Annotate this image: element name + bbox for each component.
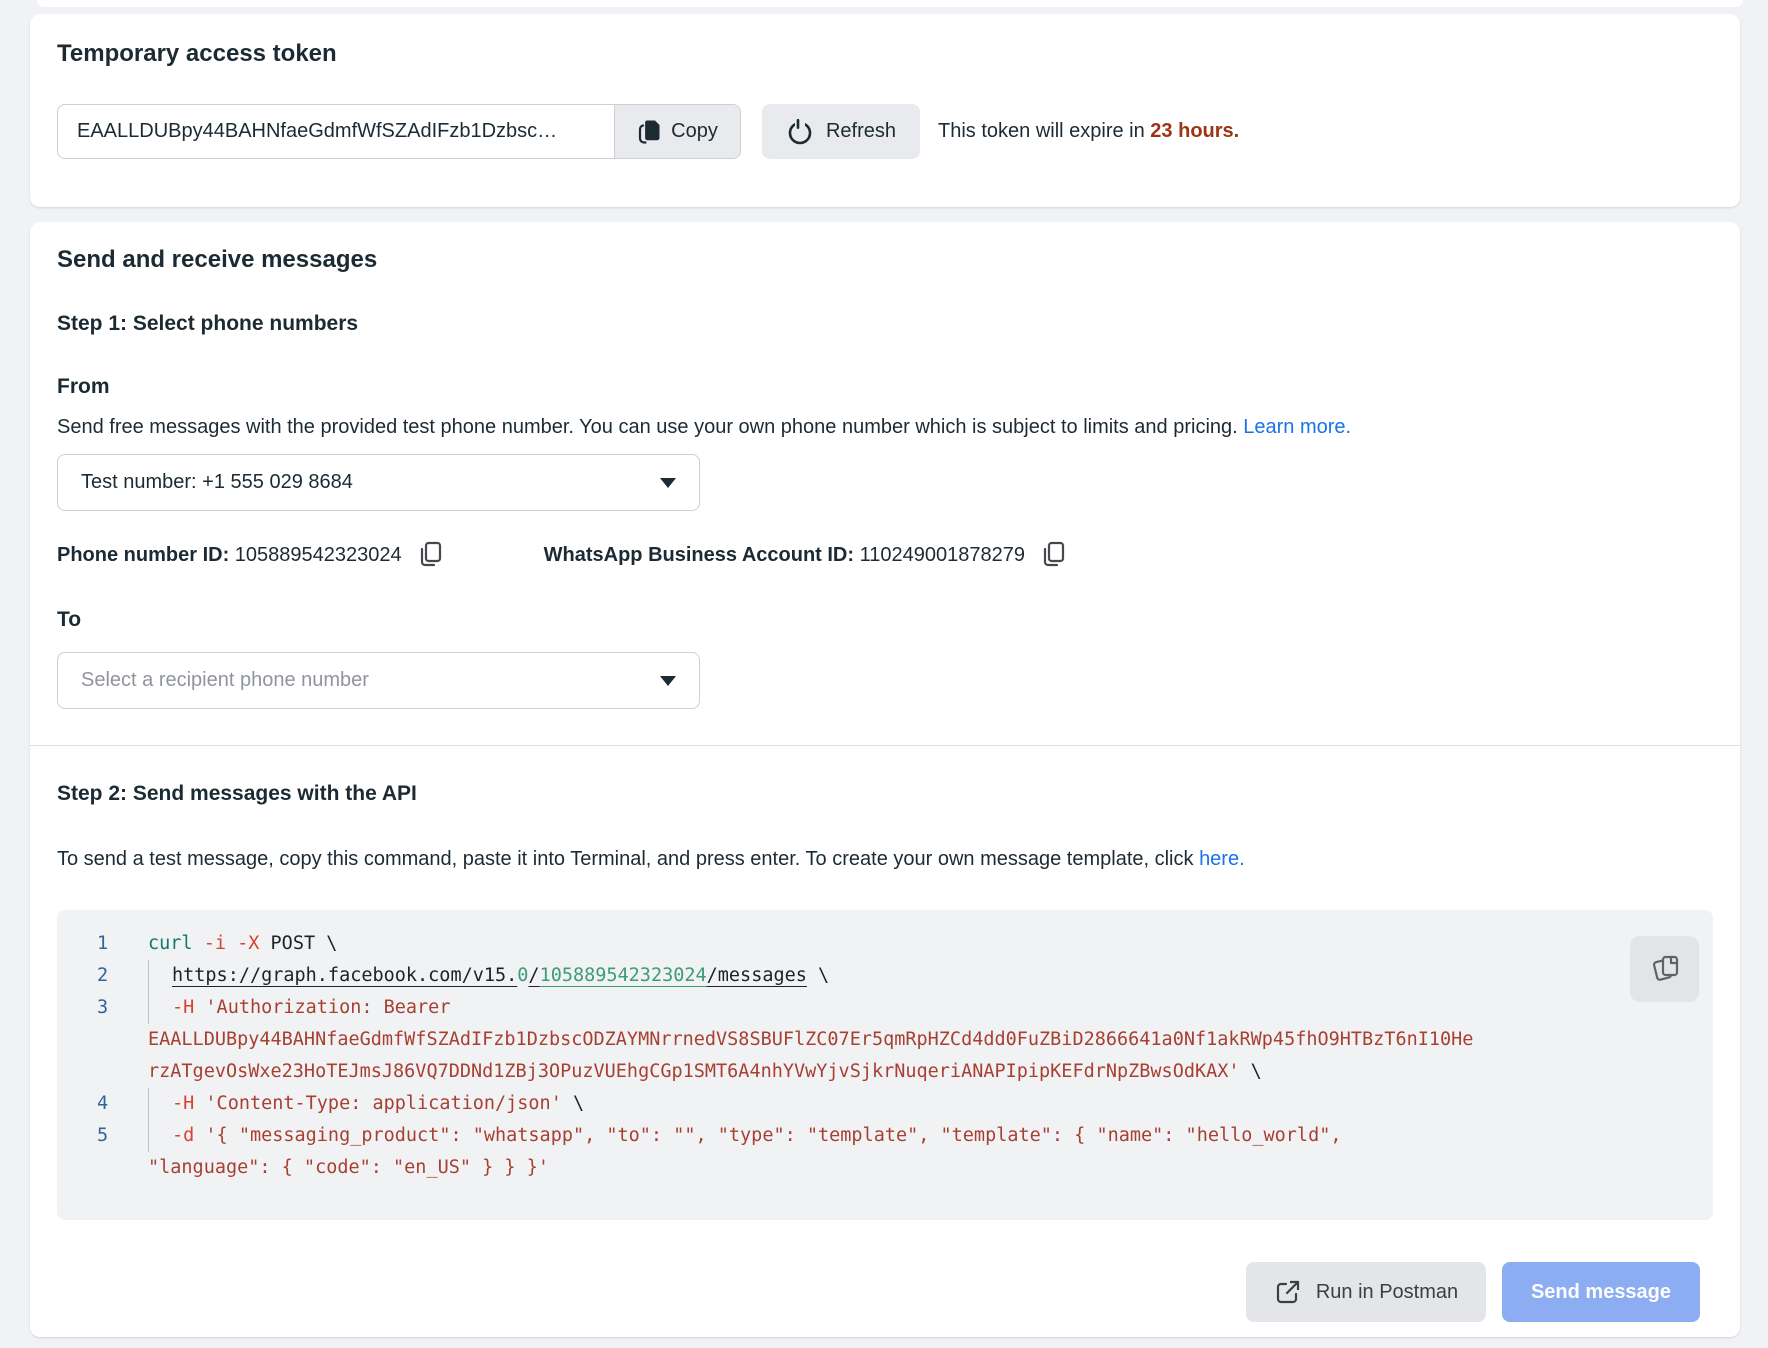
line-number (97, 1024, 148, 1056)
to-phone-select[interactable]: Select a recipient phone number (57, 652, 700, 709)
code-line-content: -d '{ "messaging_product": "whatsapp", "… (148, 1120, 1342, 1152)
expiry-prefix: This token will expire in (938, 120, 1145, 143)
code-line-content: -H 'Content-Type: application/json' \ (148, 1088, 584, 1120)
chevron-down-icon (660, 478, 676, 488)
line-number (97, 1152, 148, 1184)
code-segment: -H (172, 997, 194, 1018)
code-segment: "language": { "code": "en_US" } } }' (148, 1157, 549, 1178)
code-line-content: rzATgevOsWxe23HoTEJmsJ86VQ7DDNd1ZBj3OPuz… (148, 1056, 1262, 1088)
to-placeholder: Select a recipient phone number (81, 669, 369, 692)
code-segment: POST \ (259, 933, 337, 954)
line-number: 3 (97, 992, 148, 1024)
token-expiry-text: This token will expire in 23 hours. (938, 104, 1239, 159)
line-number: 5 (97, 1120, 148, 1152)
code-segment: -X (237, 933, 259, 954)
from-description-text: Send free messages with the provided tes… (57, 416, 1243, 438)
code-line-content: -H 'Authorization: Bearer (148, 992, 450, 1024)
code-segment (226, 933, 237, 954)
learn-more-link[interactable]: Learn more. (1243, 416, 1351, 438)
whatsapp-api-setup-page: Temporary access token EAALLDUBpy44BAHNf… (0, 0, 1768, 1348)
code-segment: /messages (707, 965, 807, 986)
code-segment: EAALLDUBpy44BAHNfaeGdmfWfSZAdIFzb1DzbscO… (148, 1029, 1473, 1050)
step2-description: To send a test message, copy this comman… (57, 844, 1245, 874)
send-receive-messages-card: Send and receive messages Step 1: Select… (30, 222, 1740, 1337)
copy-code-button[interactable] (1630, 936, 1699, 1002)
curl-command-code-block: 1curl -i -X POST \2https://graph.faceboo… (57, 910, 1713, 1220)
refresh-icon (786, 118, 814, 146)
code-segment: 'Content-Type: application/json' (194, 1093, 562, 1114)
code-line-content: https://graph.facebook.com/v15.0/1058895… (148, 960, 829, 992)
code-line: rzATgevOsWxe23HoTEJmsJ86VQ7DDNd1ZBj3OPuz… (57, 1056, 1713, 1088)
chevron-down-icon (660, 676, 676, 686)
code-line: 5-d '{ "messaging_product": "whatsapp", … (57, 1120, 1713, 1152)
code-segment: '{ "messaging_product": "whatsapp", "to"… (194, 1125, 1341, 1146)
copy-icon (1039, 540, 1067, 570)
step2-description-text: To send a test message, copy this comman… (57, 848, 1199, 870)
code-line: 1curl -i -X POST \ (57, 928, 1713, 960)
previous-card-bottom-edge (37, 0, 1743, 7)
code-segment: rzATgevOsWxe23HoTEJmsJ86VQ7DDNd1ZBj3OPuz… (148, 1061, 1240, 1082)
copy-button-label: Copy (671, 120, 718, 143)
code-segment: 0 (517, 965, 528, 986)
step1-heading: Step 1: Select phone numbers (57, 312, 358, 336)
code-segment: \ (1240, 1061, 1262, 1082)
expiry-highlight: 23 hours. (1145, 120, 1239, 143)
send-message-label: Send message (1531, 1281, 1671, 1304)
code-segment: -H (172, 1093, 194, 1114)
code-segment: \ (807, 965, 829, 986)
ids-row: Phone number ID: 105889542323024 WhatsAp… (57, 540, 1067, 570)
code-line-content: curl -i -X POST \ (148, 928, 337, 960)
to-label: To (57, 608, 81, 632)
phone-number-id-value: 105889542323024 (229, 544, 401, 567)
action-buttons-row: Run in Postman Send message (1246, 1262, 1700, 1322)
copy-icon (1648, 952, 1682, 986)
code-line: 3-H 'Authorization: Bearer (57, 992, 1713, 1024)
code-line-content: EAALLDUBpy44BAHNfaeGdmfWfSZAdIFzb1DzbscO… (148, 1024, 1473, 1056)
section-divider (30, 745, 1740, 746)
code-line: 2https://graph.facebook.com/v15.0/105889… (57, 960, 1713, 992)
code-segment: https://graph.facebook.com/v15. (172, 965, 517, 986)
token-field-group: EAALLDUBpy44BAHNfaeGdmfWfSZAdIFzb1Dzbsc…… (57, 104, 741, 159)
code-segment: / (528, 965, 539, 986)
token-card-title: Temporary access token (57, 40, 337, 68)
access-token-field[interactable]: EAALLDUBpy44BAHNfaeGdmfWfSZAdIFzb1Dzbsc… (58, 105, 614, 158)
from-selected-value: Test number: +1 555 029 8684 (81, 471, 353, 494)
code-line: 4-H 'Content-Type: application/json' \ (57, 1088, 1713, 1120)
run-in-postman-label: Run in Postman (1316, 1281, 1458, 1304)
run-in-postman-button[interactable]: Run in Postman (1246, 1262, 1486, 1322)
temporary-access-token-card: Temporary access token EAALLDUBpy44BAHNf… (30, 14, 1740, 207)
from-label: From (57, 375, 110, 399)
here-link[interactable]: here. (1199, 848, 1245, 870)
copy-phone-number-id-button[interactable] (416, 540, 444, 570)
phone-number-id-label: Phone number ID: (57, 544, 229, 567)
send-message-button[interactable]: Send message (1502, 1262, 1700, 1322)
line-number: 1 (97, 928, 148, 960)
line-number (97, 1056, 148, 1088)
line-number: 2 (97, 960, 148, 992)
waba-id-value: 110249001878279 (854, 544, 1025, 567)
code-line: EAALLDUBpy44BAHNfaeGdmfWfSZAdIFzb1DzbscO… (57, 1024, 1713, 1056)
code-segment: \ (562, 1093, 584, 1114)
copy-icon (637, 119, 661, 145)
step2-heading: Step 2: Send messages with the API (57, 782, 417, 806)
from-description: Send free messages with the provided tes… (57, 412, 1351, 442)
code-segment: curl (148, 933, 204, 954)
code-segment: 'Authorization: Bearer (194, 997, 450, 1018)
copy-icon (416, 540, 444, 570)
from-phone-select[interactable]: Test number: +1 555 029 8684 (57, 454, 700, 511)
refresh-token-button[interactable]: Refresh (762, 104, 920, 159)
copy-token-button[interactable]: Copy (614, 105, 740, 158)
code-line-content: "language": { "code": "en_US" } } }' (148, 1152, 549, 1184)
refresh-button-label: Refresh (826, 120, 896, 143)
code-segment: -i (204, 933, 226, 954)
line-number: 4 (97, 1088, 148, 1120)
external-link-icon (1274, 1278, 1302, 1306)
copy-waba-id-button[interactable] (1039, 540, 1067, 570)
messages-card-title: Send and receive messages (57, 246, 377, 274)
code-lines: 1curl -i -X POST \2https://graph.faceboo… (57, 928, 1713, 1184)
waba-id-label: WhatsApp Business Account ID: (544, 544, 854, 567)
code-line: "language": { "code": "en_US" } } }' (57, 1152, 1713, 1184)
code-segment: -d (172, 1125, 194, 1146)
code-segment: 105889542323024 (540, 965, 707, 986)
